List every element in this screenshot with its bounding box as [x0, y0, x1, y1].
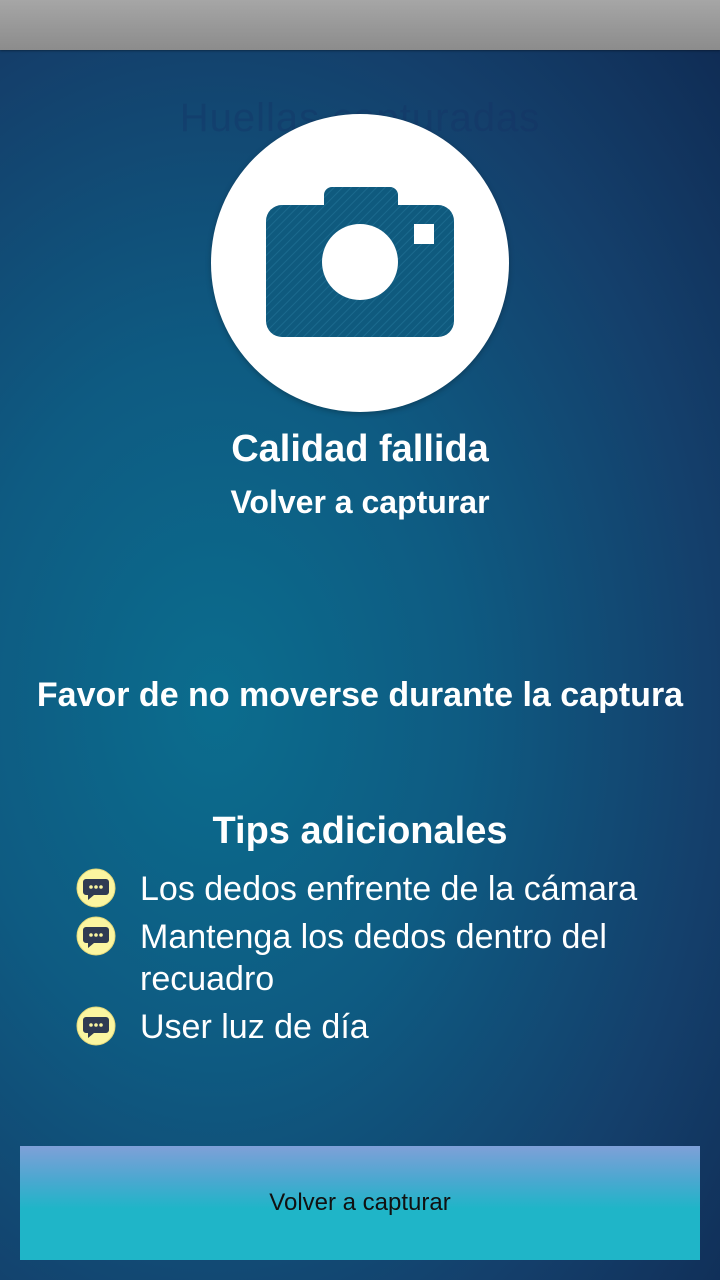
result-title: Calidad fallida [231, 428, 489, 470]
camera-icon [266, 187, 454, 337]
tip-text: Mantenga los dedos dentro del recuadro [140, 918, 607, 998]
chat-bubble-icon [76, 916, 116, 956]
result-subtitle: Volver a capturar [230, 484, 490, 520]
tip-text: Los dedos enfrente de la cámara [140, 870, 638, 908]
tips-heading: Tips adicionales [212, 810, 508, 852]
chat-bubble-icon [76, 1006, 116, 1046]
camera-badge [211, 114, 509, 412]
chat-bubble-icon [76, 868, 116, 908]
recapture-button[interactable]: Volver a capturar [20, 1146, 700, 1260]
tip-text: User luz de día [140, 1008, 369, 1046]
capture-warning: Favor de no moverse durante la captura [36, 676, 684, 714]
status-bar [0, 0, 720, 50]
capture-result-screen: Huellas capturadas Calidad fallida Volve… [0, 0, 720, 1280]
